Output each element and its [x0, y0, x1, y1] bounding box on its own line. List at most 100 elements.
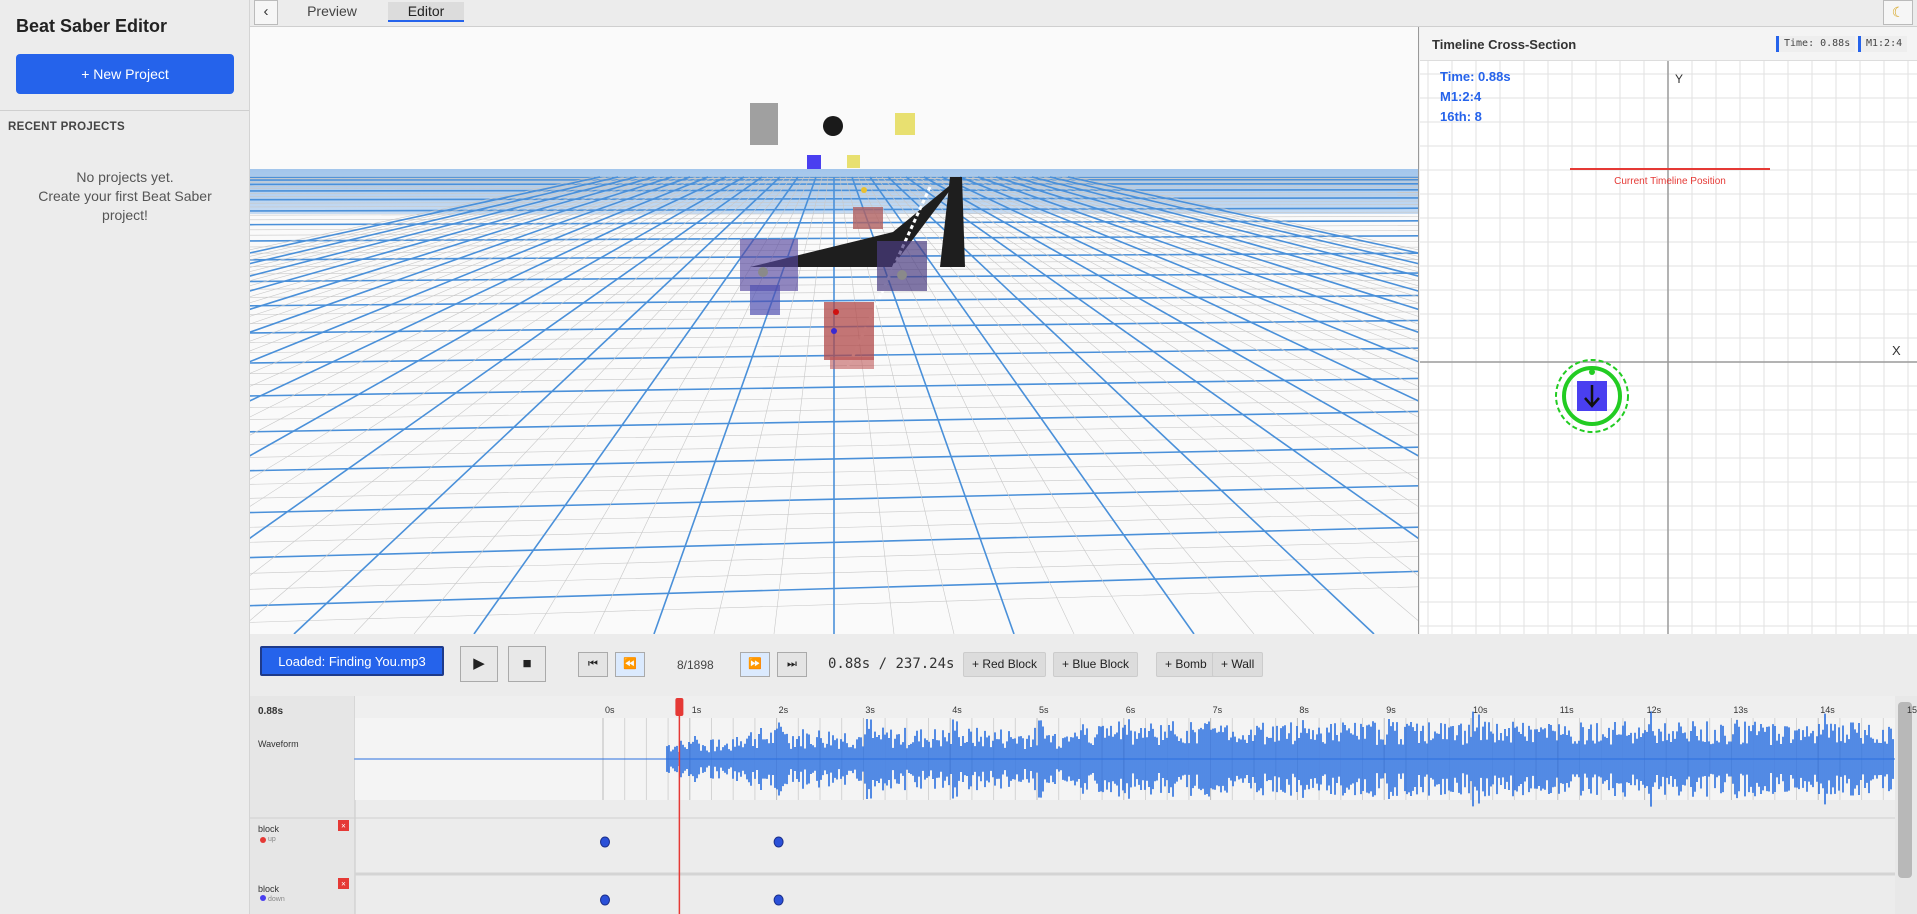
time-tick-label: 4s [952, 705, 962, 715]
sixteenth-info: 16th: 8 [1440, 109, 1482, 124]
timeline-note[interactable] [600, 836, 610, 848]
red-cube-far [853, 207, 883, 229]
time-tick-label: 1s [692, 705, 702, 715]
time-tick-label: 14s [1820, 705, 1835, 715]
empty-line-1: No projects yet. [76, 169, 174, 185]
timeline-note[interactable] [600, 894, 610, 906]
empty-line-3: project! [102, 207, 148, 223]
rewind-button[interactable]: ⏪ [615, 652, 645, 677]
theme-toggle-button[interactable]: ☾ [1883, 0, 1913, 25]
3d-scene[interactable] [250, 27, 1419, 634]
skip-end-icon: ⏭ [787, 658, 797, 670]
blue-marker [831, 328, 837, 334]
skip-start-button[interactable]: ⏮ [578, 652, 608, 677]
marker-dot [861, 187, 867, 193]
close-icon: × [341, 880, 346, 889]
blue-note-far [807, 155, 821, 169]
time-tick-label: 2s [779, 705, 789, 715]
blue-cube-small [750, 285, 780, 315]
play-button[interactable]: ▶ [460, 646, 498, 682]
time-tick-label: 10s [1473, 705, 1488, 715]
time-badge: Time: 0.88s [1776, 36, 1856, 52]
new-project-button[interactable]: + New Project [16, 54, 234, 94]
connector-right [897, 270, 907, 280]
sidebar: Beat Saber Editor + New Project RECENT P… [0, 0, 250, 914]
app-title: Beat Saber Editor [16, 16, 168, 36]
add-bomb-button[interactable]: + Bomb [1156, 652, 1216, 677]
track-2-direction: down [268, 896, 285, 903]
axis-y-label: Y [1675, 72, 1683, 86]
chevron-left-icon: ‹ [263, 3, 269, 20]
wall-block [750, 103, 778, 145]
timeline-note[interactable] [773, 836, 784, 848]
blue-cube-right [877, 241, 927, 291]
cross-section-header: Timeline Cross-Section Time: 0.88s M1:2:… [1420, 27, 1917, 61]
time-display: 0.88s / 237.24s [828, 656, 954, 672]
red-cube-shadow [830, 357, 874, 369]
timeline-canvas[interactable]: × × 0s 1s 2s 3s 4s 5s 6s 7s 8s 9s 10s 11s 12s 13s 14s 15… [250, 696, 1917, 914]
measure-badge: M1:2:4 [1858, 36, 1908, 52]
time-total: 237.24s [895, 656, 955, 672]
track-color-dot [260, 837, 266, 843]
time-tick-label: 13s [1733, 705, 1748, 715]
add-blue-block-button[interactable]: + Blue Block [1053, 652, 1139, 677]
red-marker-1 [833, 309, 839, 315]
timeline-scroll-thumb[interactable] [1898, 702, 1912, 878]
time-current: 0.88s [828, 656, 871, 672]
measure-info: M1:2:4 [1440, 89, 1482, 104]
top-bar: ‹ Preview Editor ☾ [250, 0, 1917, 27]
app-root: Beat Saber Editor + New Project RECENT P… [0, 0, 1917, 914]
sidebar-divider [0, 110, 249, 111]
ruler-bg [355, 696, 1917, 718]
cross-section-grid[interactable]: Y X Current Timeline Position [1420, 61, 1917, 634]
tab-preview[interactable]: Preview [292, 2, 372, 22]
current-time-label: 0.88s [258, 706, 284, 717]
recent-projects-heading: RECENT PROJECTS [8, 121, 125, 133]
bomb [823, 116, 843, 136]
playback-controls: Loaded: Finding You.mp3 ▶ ■ ⏮ ⏪ 8/1898 ⏩… [250, 634, 1917, 696]
back-button[interactable]: ‹ [254, 0, 278, 25]
track-1-direction: up [268, 836, 276, 843]
cross-section-title: Timeline Cross-Section [1432, 37, 1577, 52]
track-color-dot [260, 895, 266, 901]
note-counter: 8/1898 [677, 658, 714, 672]
skip-end-button[interactable]: ⏭ [777, 652, 807, 677]
time-tick-label: 11s [1560, 705, 1574, 715]
track-1-name: block [258, 824, 280, 834]
timeline-cross-section-panel: Timeline Cross-Section Time: 0.88s M1:2:… [1420, 27, 1917, 634]
note-handle[interactable] [1589, 369, 1595, 375]
add-red-block-button[interactable]: + Red Block [963, 652, 1047, 677]
add-wall-button[interactable]: + Wall [1212, 652, 1264, 677]
tab-editor[interactable]: Editor [388, 2, 464, 22]
time-separator: / [878, 656, 888, 672]
connector-left [758, 267, 768, 277]
3d-viewport[interactable] [250, 27, 1419, 634]
time-tick-label: 7s [1213, 705, 1223, 715]
time-tick-label: 3s [865, 705, 875, 715]
time-info: Time: 0.88s [1440, 69, 1511, 84]
time-tick-label: 5s [1039, 705, 1049, 715]
stop-button[interactable]: ■ [508, 646, 546, 682]
moon-icon: ☾ [1891, 4, 1905, 20]
play-icon: ▶ [473, 655, 485, 672]
loaded-audio-button[interactable]: Loaded: Finding You.mp3 [260, 646, 444, 676]
playhead-handle[interactable] [675, 698, 684, 716]
yellow-note-far [847, 155, 860, 168]
current-position-label: Current Timeline Position [1614, 176, 1726, 187]
skip-start-icon: ⏮ [588, 658, 598, 670]
timeline-note[interactable] [773, 894, 784, 906]
fast-forward-icon: ⏩ [748, 658, 762, 670]
yellow-block [895, 113, 915, 135]
time-tick-label: 0s [605, 705, 615, 715]
stop-icon: ■ [522, 655, 532, 672]
timeline-notes[interactable] [600, 836, 784, 906]
time-tick-label: 15s [1907, 705, 1917, 715]
time-tick-label: 9s [1386, 705, 1396, 715]
fast-forward-button[interactable]: ⏩ [740, 652, 770, 677]
timeline-panel: × × 0s 1s 2s 3s 4s 5s 6s 7s 8s 9s 10s 11s 12s 13s 14s 15… [250, 696, 1917, 914]
waveform-label: Waveform [258, 739, 299, 749]
empty-line-2: Create your first Beat Saber [38, 188, 212, 204]
rewind-icon: ⏪ [623, 658, 637, 670]
blue-cube-left [740, 239, 798, 291]
time-tick-label: 6s [1126, 705, 1136, 715]
